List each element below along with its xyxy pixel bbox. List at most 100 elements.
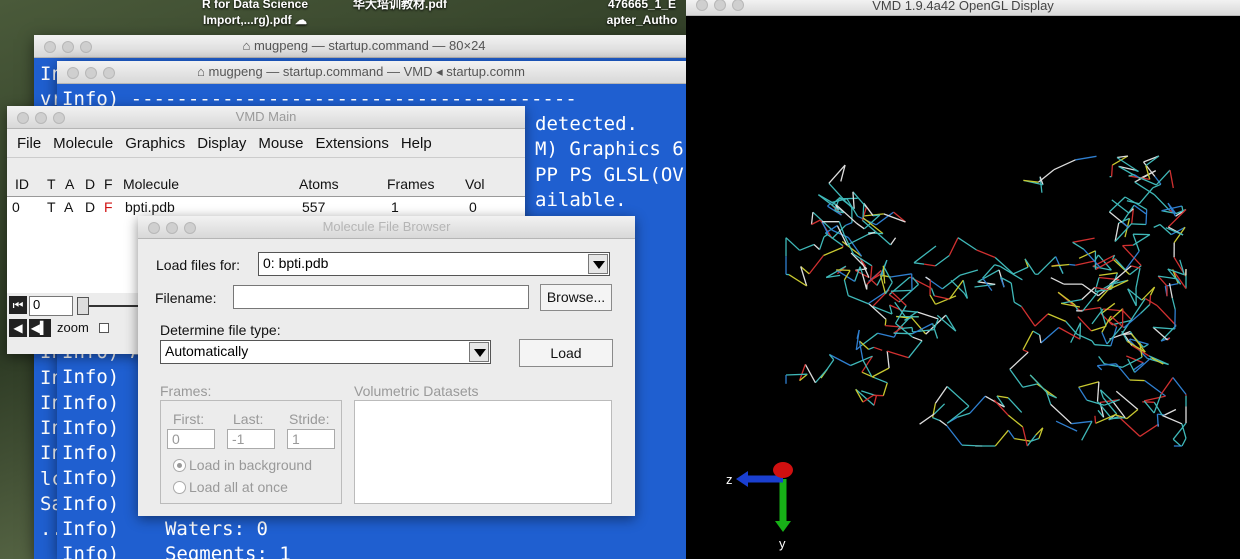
bond xyxy=(1029,374,1047,393)
volumetric-datasets-list[interactable] xyxy=(354,400,612,504)
row-frames: 1 xyxy=(391,199,399,215)
bond xyxy=(945,314,957,332)
bond xyxy=(836,269,851,272)
row-drawn-flag[interactable]: D xyxy=(85,199,95,215)
menu-mouse[interactable]: Mouse xyxy=(252,135,309,152)
bond xyxy=(948,237,959,256)
zoom-checkbox[interactable] xyxy=(99,323,109,333)
frame-slider-track[interactable] xyxy=(89,305,139,307)
molecule-file-browser-window[interactable]: Molecule File Browser Load files for: 0:… xyxy=(138,216,635,516)
desktop-file-chapter-line2: apter_Autho xyxy=(606,13,678,27)
bond xyxy=(1036,383,1057,399)
file-type-select[interactable]: Automatically xyxy=(160,340,491,364)
bond xyxy=(877,332,895,338)
chevron-down-icon[interactable] xyxy=(588,254,608,274)
goto-start-icon[interactable]: ⏮ xyxy=(9,296,27,314)
bond xyxy=(1123,312,1142,329)
filename-input[interactable] xyxy=(233,285,529,309)
col-vol[interactable]: Vol xyxy=(465,176,484,192)
bond xyxy=(994,264,1001,268)
bond xyxy=(854,266,861,282)
load-button[interactable]: Load xyxy=(519,339,613,367)
col-active[interactable]: A xyxy=(65,176,74,192)
menu-molecule[interactable]: Molecule xyxy=(47,135,119,152)
frame-number-input[interactable]: 0 xyxy=(29,296,73,316)
menu-extensions[interactable]: Extensions xyxy=(309,135,394,152)
vmd-opengl-display-window[interactable]: VMD 1.9.4a42 OpenGL Display z y xyxy=(686,0,1240,559)
molecule-row[interactable]: 0 T A D F bpti.pdb 557 1 0 xyxy=(7,199,525,217)
molecule-viewport[interactable]: z y xyxy=(686,16,1240,559)
terminal-front-line: Info) Waters: 0 xyxy=(62,518,268,541)
row-active-flag[interactable]: A xyxy=(64,199,73,215)
bond xyxy=(1037,169,1055,183)
bond xyxy=(1133,204,1147,215)
row-fixed-flag[interactable]: F xyxy=(104,199,113,215)
row-top-flag[interactable]: T xyxy=(47,199,56,215)
menu-file[interactable]: File xyxy=(11,135,47,152)
zoom-button[interactable] xyxy=(103,67,115,79)
display-titlebar[interactable]: VMD 1.9.4a42 OpenGL Display xyxy=(686,0,1240,16)
terminal-front-line-fragment: ailable. xyxy=(535,188,627,211)
load-files-for-select[interactable]: 0: bpti.pdb xyxy=(258,252,610,276)
browse-button[interactable]: Browse... xyxy=(540,284,612,311)
bond xyxy=(862,203,865,218)
bond xyxy=(1020,306,1036,327)
stride-input[interactable]: 1 xyxy=(287,429,335,449)
bond xyxy=(887,350,909,359)
bond xyxy=(1072,237,1095,243)
bond xyxy=(1081,420,1093,441)
file-browser-titlebar[interactable]: Molecule File Browser xyxy=(138,216,635,239)
load-background-radio[interactable] xyxy=(173,459,186,472)
desktop-file-training[interactable]: 华大培训教材.pdf xyxy=(340,0,460,12)
bond xyxy=(890,237,897,246)
bond xyxy=(1039,334,1042,344)
play-reverse-icon[interactable]: ◀▍ xyxy=(29,319,51,337)
col-top[interactable]: T xyxy=(47,176,56,192)
bond xyxy=(1076,333,1093,342)
terminal-back-titlebar[interactable]: ⌂ mugpeng — startup.command — 80×24 xyxy=(34,35,694,58)
bond xyxy=(874,377,888,384)
frame-slider-thumb[interactable] xyxy=(77,297,89,315)
bond xyxy=(1007,397,1023,413)
col-id[interactable]: ID xyxy=(15,176,29,192)
col-atoms[interactable]: Atoms xyxy=(299,176,339,192)
desktop-file-chapter[interactable]: 476665_1_E apter_Autho xyxy=(598,0,686,28)
file-type-value: Automatically xyxy=(165,343,249,359)
vmd-main-titlebar[interactable]: VMD Main xyxy=(7,106,525,129)
load-all-radio[interactable] xyxy=(173,481,186,494)
bond xyxy=(862,217,884,235)
last-frame-input[interactable]: -1 xyxy=(227,429,275,449)
bond xyxy=(934,254,950,267)
bond xyxy=(969,395,986,414)
stride-label: Stride: xyxy=(289,411,330,427)
col-drawn[interactable]: D xyxy=(85,176,95,192)
window-controls xyxy=(67,66,121,84)
load-files-for-label: Load files for: xyxy=(156,257,241,273)
vmd-main-menubar: File Molecule Graphics Display Mouse Extensio… xyxy=(7,129,525,158)
bond xyxy=(1091,340,1096,346)
menu-help[interactable]: Help xyxy=(395,135,438,152)
chevron-down-icon[interactable] xyxy=(469,342,489,362)
y-axis-head xyxy=(775,521,791,532)
bond xyxy=(1009,351,1029,370)
col-molecule[interactable]: Molecule xyxy=(123,176,179,192)
step-back-icon[interactable]: ◀ xyxy=(9,319,27,337)
bond xyxy=(1023,179,1039,183)
col-frames[interactable]: Frames xyxy=(387,176,434,192)
bond xyxy=(1169,169,1174,189)
first-frame-input[interactable]: 0 xyxy=(167,429,215,449)
minimize-button[interactable] xyxy=(85,67,97,79)
axis-z-label: z xyxy=(726,472,733,487)
close-button[interactable] xyxy=(67,67,79,79)
menu-graphics[interactable]: Graphics xyxy=(119,135,191,152)
menu-display[interactable]: Display xyxy=(191,135,252,152)
bond xyxy=(1007,429,1015,439)
bond xyxy=(1060,302,1081,308)
bond xyxy=(1172,438,1182,447)
terminal-front-titlebar[interactable]: ⌂ mugpeng — startup.command — VMD ◂ star… xyxy=(57,61,694,84)
bond xyxy=(886,351,890,369)
desktop-file-r4ds[interactable]: R for Data Science Import,...rg).pdf ☁ xyxy=(190,0,320,28)
bond xyxy=(1010,282,1015,303)
col-fixed[interactable]: F xyxy=(104,176,113,192)
bond xyxy=(1096,365,1103,371)
